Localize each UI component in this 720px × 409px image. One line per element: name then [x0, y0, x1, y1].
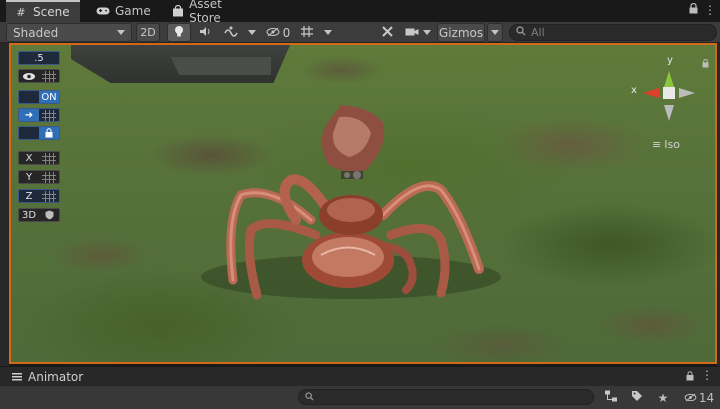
eye-hidden-icon [266, 26, 280, 40]
grid-axis-z-toggle[interactable]: Z [18, 189, 60, 203]
star-icon: ★ [657, 390, 669, 405]
animator-search-input[interactable] [298, 389, 594, 405]
visible-layers-counter[interactable]: 14 [680, 389, 718, 406]
gizmos-button[interactable]: Gizmos [437, 23, 485, 42]
grid-3d-toggle[interactable]: 3D [18, 208, 60, 222]
grid-snapping-toggle[interactable]: ON [18, 90, 60, 104]
grid-snapping-on-label: ON [39, 91, 59, 103]
grid-axis-x-toggle[interactable]: X [18, 151, 60, 165]
menu-lines-icon: ≡ [652, 138, 662, 151]
scene-visibility-toggle[interactable]: 0 [262, 23, 294, 42]
shield-icon [39, 209, 59, 221]
tools-button[interactable] [376, 23, 398, 42]
axis-y-label: Y [25, 171, 33, 183]
more-menu-icon[interactable]: ⋮ [704, 3, 716, 17]
grid-icon [42, 152, 56, 164]
grid-icon [42, 109, 56, 121]
lock-icon[interactable] [686, 370, 694, 384]
chevron-down-icon [117, 30, 125, 35]
tab-animator[interactable]: Animator [12, 370, 83, 384]
hierarchy-filter-button[interactable] [600, 389, 622, 406]
hash-icon: # [16, 5, 26, 19]
tab-game[interactable]: Game [88, 0, 158, 22]
more-menu-icon[interactable]: ⋮ [701, 368, 713, 382]
grid-icon [300, 25, 314, 41]
snap-increment-field[interactable]: .5 [18, 51, 60, 65]
audio-toggle[interactable] [194, 23, 216, 42]
tools-icon [381, 25, 394, 41]
visible-layers-count: 14 [698, 390, 715, 405]
speaker-icon [199, 26, 212, 40]
lock-grid-toggle[interactable] [18, 126, 60, 140]
tab-asset-store[interactable]: Asset Store [164, 0, 256, 25]
toggle-2d-label: 2D [140, 26, 156, 39]
gizmo-lock-icon[interactable] [702, 57, 709, 71]
search-icon [305, 390, 314, 404]
animator-panel-header: Animator ⋮ [0, 366, 720, 386]
gizmo-x-axis-label: x [631, 85, 637, 96]
lock-icon [39, 127, 59, 139]
animator-title: Animator [28, 370, 84, 384]
orientation-gizmo[interactable]: y x [631, 55, 709, 137]
grid-icon [42, 171, 56, 183]
hidden-object-count: 0 [282, 25, 291, 40]
search-icon [516, 26, 526, 39]
effects-icon [224, 25, 238, 40]
scene-toolbar: Shaded 2D 0 Gizmos All [0, 22, 720, 43]
spider-creature-model[interactable] [11, 45, 717, 364]
shading-mode-dropdown[interactable]: Shaded [6, 23, 132, 42]
lightbulb-icon [174, 25, 184, 41]
grid-icon [42, 70, 56, 82]
three-d-label: 3D [21, 209, 37, 221]
tab-scene[interactable]: # Scene [6, 0, 80, 22]
favorites-button[interactable]: ★ [652, 389, 674, 406]
eye-hidden-icon [684, 391, 697, 405]
chevron-down-icon [248, 30, 256, 35]
animator-icon [12, 370, 22, 384]
shading-mode-label: Shaded [13, 25, 59, 40]
camera-icon [405, 26, 419, 40]
projection-label: Iso [664, 138, 680, 151]
editor-tab-bar: # Scene Game Asset Store ⋮ [0, 0, 720, 25]
label-filter-button[interactable] [626, 389, 648, 406]
tab-game-label: Game [115, 4, 151, 18]
effects-dropdown[interactable] [220, 23, 260, 42]
camera-dropdown[interactable] [402, 23, 434, 42]
animator-toolbar: ★ 14 [0, 386, 720, 409]
axis-x-label: X [25, 152, 33, 164]
hierarchy-icon [604, 390, 618, 405]
grid-dropdown[interactable] [296, 23, 336, 42]
eye-icon [19, 70, 39, 82]
arrow-right-icon: ➜ [19, 109, 39, 121]
chevron-down-icon [324, 30, 332, 35]
chevron-down-icon [423, 30, 431, 35]
projection-toggle[interactable]: ≡ Iso [652, 138, 680, 151]
gizmos-label: Gizmos [438, 25, 484, 40]
scene-search-input[interactable]: All [509, 24, 717, 41]
snap-increment-value: .5 [34, 52, 44, 64]
lock-icon[interactable] [689, 2, 698, 17]
scene-viewport[interactable]: .5 ON ➜ X Y Z 3D y x ≡ Iso [9, 43, 717, 364]
bag-icon [172, 5, 184, 17]
chevron-down-icon [491, 30, 499, 35]
gizmo-y-axis-label: y [667, 55, 673, 66]
grid-visibility-toggle[interactable] [18, 69, 60, 83]
left-panel-edge [0, 43, 9, 366]
move-to-grid-toggle[interactable]: ➜ [18, 108, 60, 122]
toggle-2d-button[interactable]: 2D [136, 23, 160, 42]
lighting-toggle[interactable] [167, 23, 191, 42]
gizmos-dropdown-button[interactable] [487, 23, 503, 42]
tab-scene-label: Scene [33, 5, 70, 19]
gamepad-icon [96, 5, 110, 17]
tag-icon [631, 390, 643, 405]
grid-axis-y-toggle[interactable]: Y [18, 170, 60, 184]
search-placeholder: All [531, 26, 545, 39]
axis-z-label: Z [25, 190, 33, 202]
grid-icon [42, 190, 56, 202]
